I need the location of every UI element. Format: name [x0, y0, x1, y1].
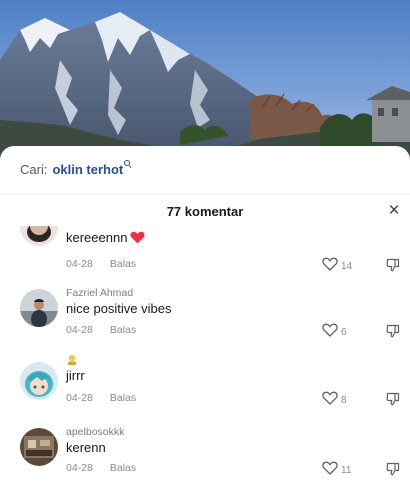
comment-text-content: kereeennn — [66, 230, 128, 245]
search-query-link[interactable]: oklin terhot — [52, 162, 123, 177]
like-count: 6 — [341, 327, 347, 338]
like-button[interactable]: 14 — [322, 257, 352, 276]
avatar[interactable] — [20, 226, 58, 246]
reply-button[interactable]: Balas — [110, 392, 136, 404]
comment-text: jirrr — [66, 368, 85, 383]
dislike-icon[interactable] — [386, 392, 400, 411]
close-icon[interactable]: × — [382, 201, 406, 221]
comment-text: kereeennn — [66, 230, 145, 247]
heart-outline-icon — [322, 257, 338, 276]
comment-text: kerenn — [66, 440, 106, 455]
avatar[interactable] — [20, 362, 58, 400]
like-count: 8 — [341, 395, 347, 406]
search-prefix-label: Cari: — [20, 162, 48, 177]
heart-outline-icon — [322, 391, 338, 410]
comment-item: Fazriel Ahmad nice positive vibes 04-28 … — [0, 287, 410, 355]
comment-meta: 04-28 Balas — [66, 324, 136, 336]
red-heart-icon — [130, 231, 145, 247]
like-button[interactable]: 6 — [322, 323, 347, 342]
like-count: 11 — [341, 465, 352, 476]
comment-meta: 04-28 Balas — [66, 258, 136, 270]
comment-username[interactable]: Fazriel Ahmad — [66, 287, 133, 299]
reply-button[interactable]: Balas — [110, 258, 136, 270]
search-suggestion[interactable]: Cari: oklin terhot — [20, 160, 132, 184]
comment-list[interactable]: kereeennn 04-28 Balas 14 Fazriel Ahmad n… — [0, 226, 410, 494]
comment-date: 04-28 — [66, 258, 93, 270]
comment-username[interactable] — [66, 354, 78, 369]
like-count: 14 — [341, 261, 353, 272]
comment-item: kereeennn 04-28 Balas 14 — [0, 226, 410, 284]
search-icon — [124, 160, 132, 169]
heart-outline-icon — [322, 323, 338, 342]
dislike-icon[interactable] — [386, 324, 400, 343]
comment-meta: 04-28 Balas — [66, 392, 136, 404]
reply-button[interactable]: Balas — [110, 324, 136, 336]
comment-text: nice positive vibes — [66, 301, 172, 316]
comment-username[interactable]: apelbosokkk — [66, 426, 124, 438]
comment-item: apelbosokkk kerenn 04-28 Balas 11 — [0, 426, 410, 494]
comment-meta: 04-28 Balas — [66, 462, 136, 474]
comment-date: 04-28 — [66, 392, 93, 404]
reply-button[interactable]: Balas — [110, 462, 136, 474]
comment-date: 04-28 — [66, 324, 93, 336]
avatar[interactable] — [20, 289, 58, 327]
like-button[interactable]: 8 — [322, 391, 347, 410]
heart-outline-icon — [322, 461, 338, 480]
avatar[interactable] — [20, 428, 58, 466]
comment-sheet: Cari: oklin terhot 77 komentar × kereeen… — [0, 146, 410, 494]
comment-date: 04-28 — [66, 462, 93, 474]
dislike-icon[interactable] — [386, 258, 400, 277]
dislike-icon[interactable] — [386, 462, 400, 481]
like-button[interactable]: 11 — [322, 461, 351, 480]
divider — [0, 194, 410, 195]
comment-item: jirrr 04-28 Balas 8 — [0, 354, 410, 422]
comments-count-title: 77 komentar — [166, 204, 244, 219]
badge-emoji-icon — [66, 354, 78, 369]
